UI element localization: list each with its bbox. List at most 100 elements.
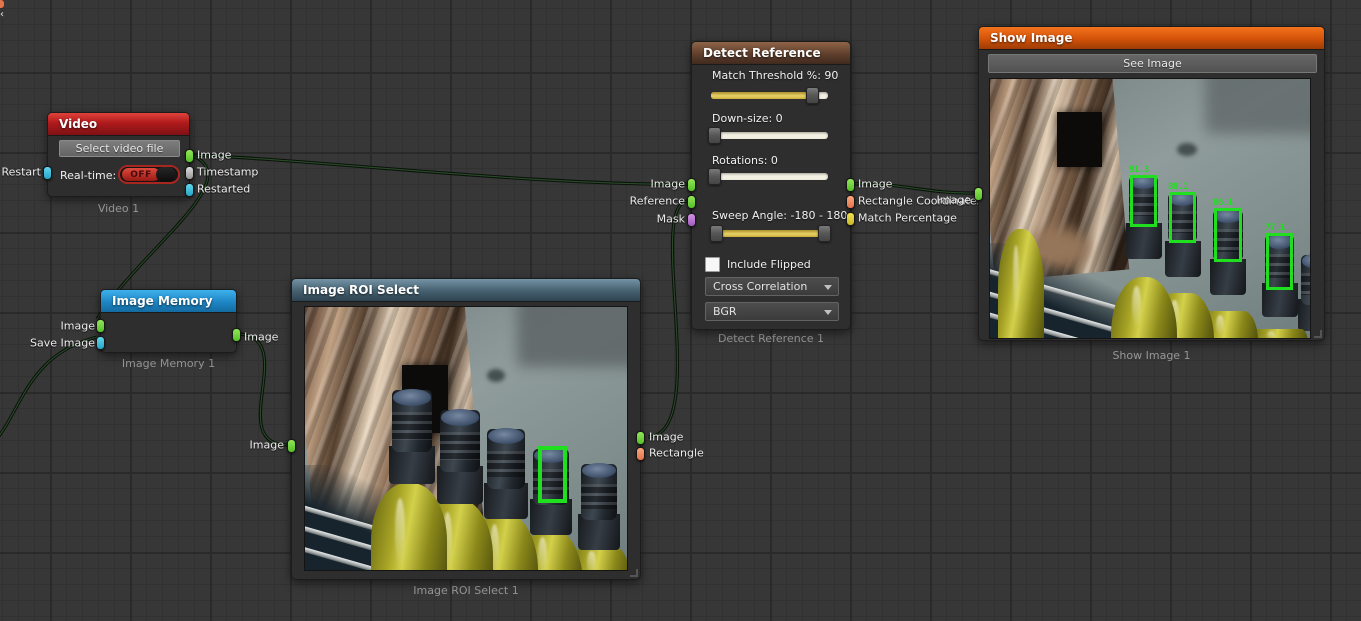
slider-sweep-angle-high-handle[interactable] <box>818 225 831 242</box>
detection-score: 77.1 <box>1265 223 1285 233</box>
realtime-toggle-knob[interactable] <box>156 167 176 182</box>
port-label-roi-image-in: Image <box>250 439 284 452</box>
port-show-image-in[interactable] <box>974 187 983 201</box>
node-detect-reference-title: Detect Reference <box>703 46 821 60</box>
include-flipped-checkbox[interactable] <box>705 257 720 272</box>
slider-label-down-size: Down-size: 0 <box>712 112 783 125</box>
include-flipped-label: Include Flipped <box>727 258 811 271</box>
detection-box <box>1169 192 1196 243</box>
slider-match-threshold-fill <box>711 92 814 99</box>
port-label-memory-saveimage-in: Save Image <box>30 337 95 350</box>
detection-score: 91.3 <box>1129 165 1149 175</box>
node-show-image-caption: Show Image 1 <box>978 349 1325 362</box>
node-graph-canvas[interactable]: ‹ Video Select video file Real-time: OFF… <box>0 0 1361 621</box>
port-detect-mask-in[interactable] <box>687 213 696 227</box>
method-dropdown-value: Cross Correlation <box>713 280 807 293</box>
node-show-image-header[interactable]: Show Image <box>979 27 1324 50</box>
offscreen-glyph: ‹ <box>0 9 4 20</box>
node-image-roi-select[interactable]: Image ROI Select <box>291 278 641 580</box>
port-video-restarted-out[interactable] <box>185 183 194 197</box>
port-label-detect-matchpct-out: Match Percentage <box>858 212 957 225</box>
node-image-memory-header[interactable]: Image Memory <box>101 290 236 313</box>
node-video-title: Video <box>59 117 97 131</box>
port-detect-rectcoords-out[interactable] <box>846 195 855 209</box>
show-image-resize-grip[interactable] <box>1314 330 1322 338</box>
port-label-detect-image-in: Image <box>651 178 685 191</box>
node-image-memory-title: Image Memory <box>112 294 213 308</box>
port-roi-rectangle-out[interactable] <box>636 447 645 461</box>
realtime-toggle[interactable]: OFF <box>118 165 180 184</box>
realtime-label: Real-time: <box>60 169 116 182</box>
node-show-image-title: Show Image <box>990 31 1073 45</box>
port-label-memory-image-out: Image <box>244 331 278 344</box>
node-video[interactable]: Video Select video file Real-time: OFF <box>47 112 190 197</box>
wire-video-to-detect-core <box>191 155 688 184</box>
slider-label-rotations: Rotations: 0 <box>712 154 778 167</box>
slider-sweep-angle[interactable] <box>714 230 826 237</box>
detection-box <box>1130 175 1157 227</box>
node-image-memory[interactable]: Image Memory <box>100 289 237 353</box>
realtime-toggle-state: OFF <box>122 168 160 181</box>
slider-rotations[interactable] <box>711 173 828 180</box>
chevron-down-icon <box>824 285 832 290</box>
port-label-restart: Restart <box>1 166 41 179</box>
port-label-video-restarted: Restarted <box>197 183 250 196</box>
slider-sweep-angle-fill <box>716 230 824 237</box>
port-memory-image-out[interactable] <box>232 328 241 342</box>
show-image-preview: 91.3 88.1 86.1 77.1 <box>989 78 1311 339</box>
node-video-caption: Video 1 <box>47 202 190 215</box>
roi-preview-machine-blur <box>517 306 628 367</box>
offscreen-port <box>0 0 4 8</box>
show-preview-floor-dot <box>1177 143 1197 156</box>
roi-rectangle[interactable] <box>538 446 567 503</box>
method-dropdown[interactable]: Cross Correlation <box>705 277 839 296</box>
node-detect-reference-caption: Detect Reference 1 <box>691 332 851 345</box>
wire-offscreen-to-saveimage-core <box>0 337 97 448</box>
slider-label-sweep-angle: Sweep Angle: -180 - 180 <box>712 209 847 222</box>
port-video-restart-in[interactable] <box>43 166 52 180</box>
port-video-timestamp-out[interactable] <box>185 166 194 180</box>
wire-roi-to-reference <box>648 201 688 437</box>
colorspace-dropdown-value: BGR <box>713 305 737 318</box>
slider-sweep-angle-low-handle[interactable] <box>710 225 723 242</box>
roi-resize-grip[interactable] <box>630 569 638 577</box>
port-detect-image-out[interactable] <box>846 178 855 192</box>
show-preview-box-opening <box>1057 112 1102 167</box>
node-image-roi-select-title: Image ROI Select <box>303 283 419 297</box>
wire-roi-to-reference-core <box>648 201 688 437</box>
colorspace-dropdown[interactable]: BGR <box>705 302 839 321</box>
port-roi-image-out[interactable] <box>636 431 645 445</box>
port-label-video-image: Image <box>197 149 231 162</box>
node-show-image[interactable]: Show Image See Image <box>978 26 1325 341</box>
detection-box <box>1214 208 1242 262</box>
chevron-down-icon <box>824 310 832 315</box>
detection-box <box>1266 233 1293 290</box>
port-label-detect-image-out: Image <box>858 178 892 191</box>
slider-match-threshold-handle[interactable] <box>806 87 819 104</box>
port-label-video-timestamp: Timestamp <box>197 166 258 179</box>
node-video-header[interactable]: Video <box>48 113 189 136</box>
show-preview-machine-blur <box>1205 78 1311 134</box>
port-label-memory-image-in: Image <box>61 320 95 333</box>
port-memory-image-in[interactable] <box>96 319 105 333</box>
node-detect-reference-header[interactable]: Detect Reference <box>692 42 850 65</box>
see-image-button[interactable]: See Image <box>988 54 1317 73</box>
node-image-roi-select-header[interactable]: Image ROI Select <box>292 279 640 302</box>
roi-preview-image[interactable] <box>304 306 628 571</box>
port-detect-image-in[interactable] <box>687 178 696 192</box>
port-detect-matchpct-out[interactable] <box>846 212 855 226</box>
port-label-show-image-in: Image <box>937 194 971 207</box>
port-memory-saveimage-in[interactable] <box>96 336 105 350</box>
slider-rotations-handle[interactable] <box>708 168 721 185</box>
port-roi-image-in[interactable] <box>287 439 296 453</box>
node-image-memory-caption: Image Memory 1 <box>100 357 237 370</box>
wire-offscreen-to-saveimage <box>0 337 97 448</box>
node-detect-reference[interactable]: Detect Reference Match Threshold %: 90 D… <box>691 41 851 330</box>
slider-down-size[interactable] <box>711 132 828 139</box>
slider-down-size-handle[interactable] <box>708 127 721 144</box>
port-label-detect-reference-in: Reference <box>630 195 685 208</box>
port-detect-reference-in[interactable] <box>687 195 696 209</box>
port-label-roi-image-out: Image <box>649 431 683 444</box>
select-video-file-button[interactable]: Select video file <box>59 140 180 157</box>
port-video-image-out[interactable] <box>185 149 194 163</box>
